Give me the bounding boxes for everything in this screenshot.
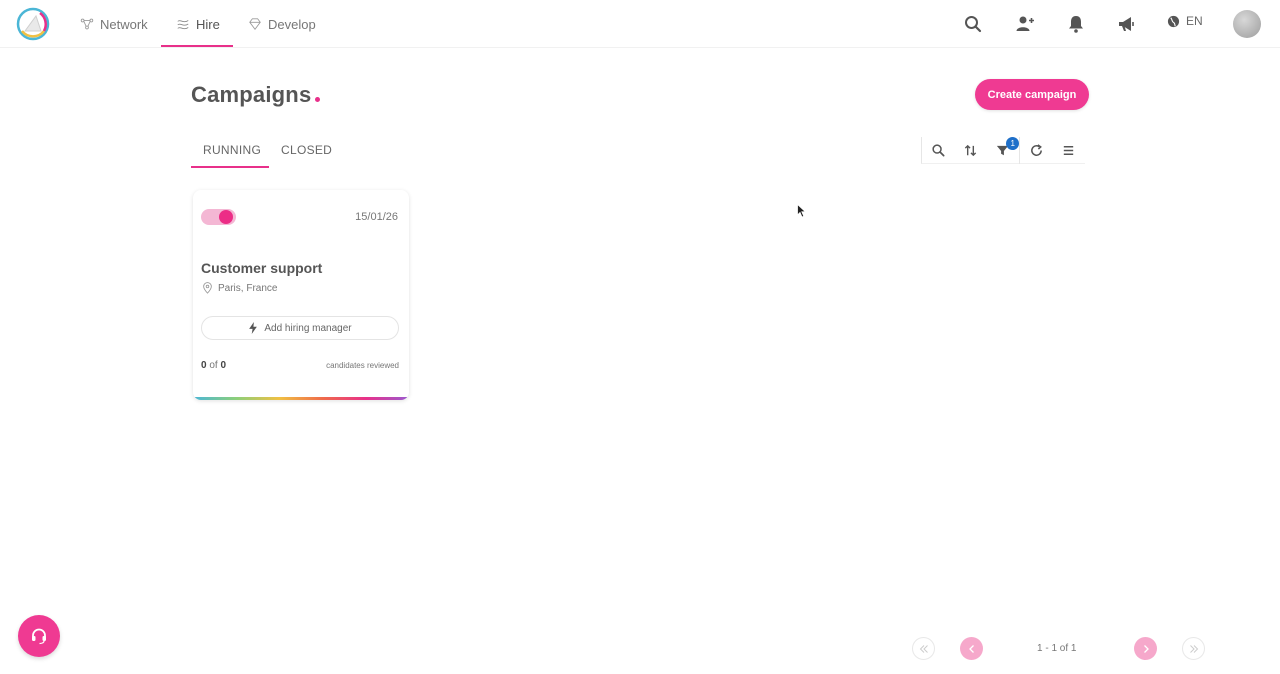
nav-hire-label: Hire	[196, 16, 220, 32]
search-icon	[932, 143, 945, 156]
filter-button[interactable]: 1	[987, 136, 1020, 164]
title-dot	[315, 97, 320, 102]
pagination-range: 1 - 1 of 1	[1037, 643, 1077, 654]
hire-icon	[177, 20, 189, 30]
add-user-button[interactable]	[1014, 13, 1036, 35]
language-label: EN	[1186, 14, 1203, 28]
logo-icon	[16, 7, 50, 41]
count-of-word: of	[209, 360, 218, 371]
search-campaigns-button[interactable]	[922, 137, 955, 164]
nav-develop[interactable]: Develop	[248, 0, 316, 48]
tab-running[interactable]: RUNNING	[203, 143, 261, 157]
headset-icon	[32, 628, 46, 645]
help-support-button[interactable]	[18, 615, 60, 657]
card-color-bar	[193, 397, 409, 400]
nav-hire[interactable]: Hire	[176, 0, 220, 48]
nav-active-indicator	[161, 45, 233, 47]
tab-closed[interactable]: CLOSED	[281, 143, 332, 157]
create-campaign-button[interactable]: Create campaign	[975, 79, 1089, 110]
view-menu-button[interactable]	[1052, 137, 1085, 164]
megaphone-icon	[1119, 17, 1134, 31]
lightning-icon	[249, 322, 258, 334]
filter-count-badge: 1	[1006, 136, 1020, 150]
add-user-icon	[1016, 16, 1034, 31]
next-page-button[interactable]	[1134, 637, 1157, 660]
announcements-button[interactable]	[1115, 13, 1137, 35]
candidates-reviewed-label: candidates reviewed	[326, 361, 399, 370]
reviewed-count: 0	[201, 360, 207, 371]
add-hiring-manager-label: Add hiring manager	[264, 322, 352, 334]
previous-page-button[interactable]	[960, 637, 983, 660]
location-pin-icon	[203, 282, 212, 294]
double-chevron-left-icon	[919, 644, 928, 653]
total-count: 0	[220, 360, 227, 371]
user-avatar[interactable]	[1233, 10, 1261, 38]
double-chevron-right-icon	[1189, 644, 1198, 653]
menu-icon	[1064, 145, 1074, 155]
search-button[interactable]	[962, 13, 984, 35]
sort-button[interactable]	[955, 137, 988, 164]
campaign-title[interactable]: Customer support	[201, 260, 322, 276]
last-page-button[interactable]	[1182, 637, 1205, 660]
language-selector[interactable]: EN	[1167, 14, 1203, 28]
nav-network[interactable]: Network	[80, 0, 148, 48]
first-page-button[interactable]	[912, 637, 935, 660]
list-toolbar: 1	[921, 136, 1085, 164]
candidates-count: 0 of 0	[201, 360, 226, 371]
campaign-location: Paris, France	[202, 282, 277, 294]
top-navigation: Network Hire Develop EN	[0, 0, 1280, 48]
campaign-active-toggle[interactable]	[201, 209, 236, 225]
sort-icon	[965, 144, 977, 156]
page-title: Campaigns	[191, 82, 312, 107]
add-hiring-manager-button[interactable]: Add hiring manager	[201, 316, 399, 340]
app-logo[interactable]	[16, 7, 50, 41]
chevron-right-icon	[1143, 644, 1149, 653]
tab-active-indicator	[191, 166, 269, 168]
campaign-date: 15/01/26	[355, 211, 398, 223]
refresh-button[interactable]	[1020, 137, 1053, 164]
chevron-left-icon	[968, 644, 974, 653]
bell-icon	[1069, 16, 1083, 33]
campaign-location-text: Paris, France	[218, 282, 278, 294]
nav-develop-label: Develop	[268, 16, 316, 32]
mouse-cursor-icon	[797, 204, 807, 218]
refresh-icon	[1030, 143, 1042, 156]
globe-icon	[1167, 15, 1180, 27]
diamond-icon	[249, 18, 261, 30]
campaign-card[interactable]: 15/01/26 Customer support Paris, France …	[193, 190, 409, 400]
search-icon	[965, 16, 982, 33]
notifications-button[interactable]	[1065, 13, 1087, 35]
toggle-knob	[219, 210, 233, 224]
nav-network-label: Network	[100, 16, 148, 32]
network-icon	[80, 18, 94, 30]
